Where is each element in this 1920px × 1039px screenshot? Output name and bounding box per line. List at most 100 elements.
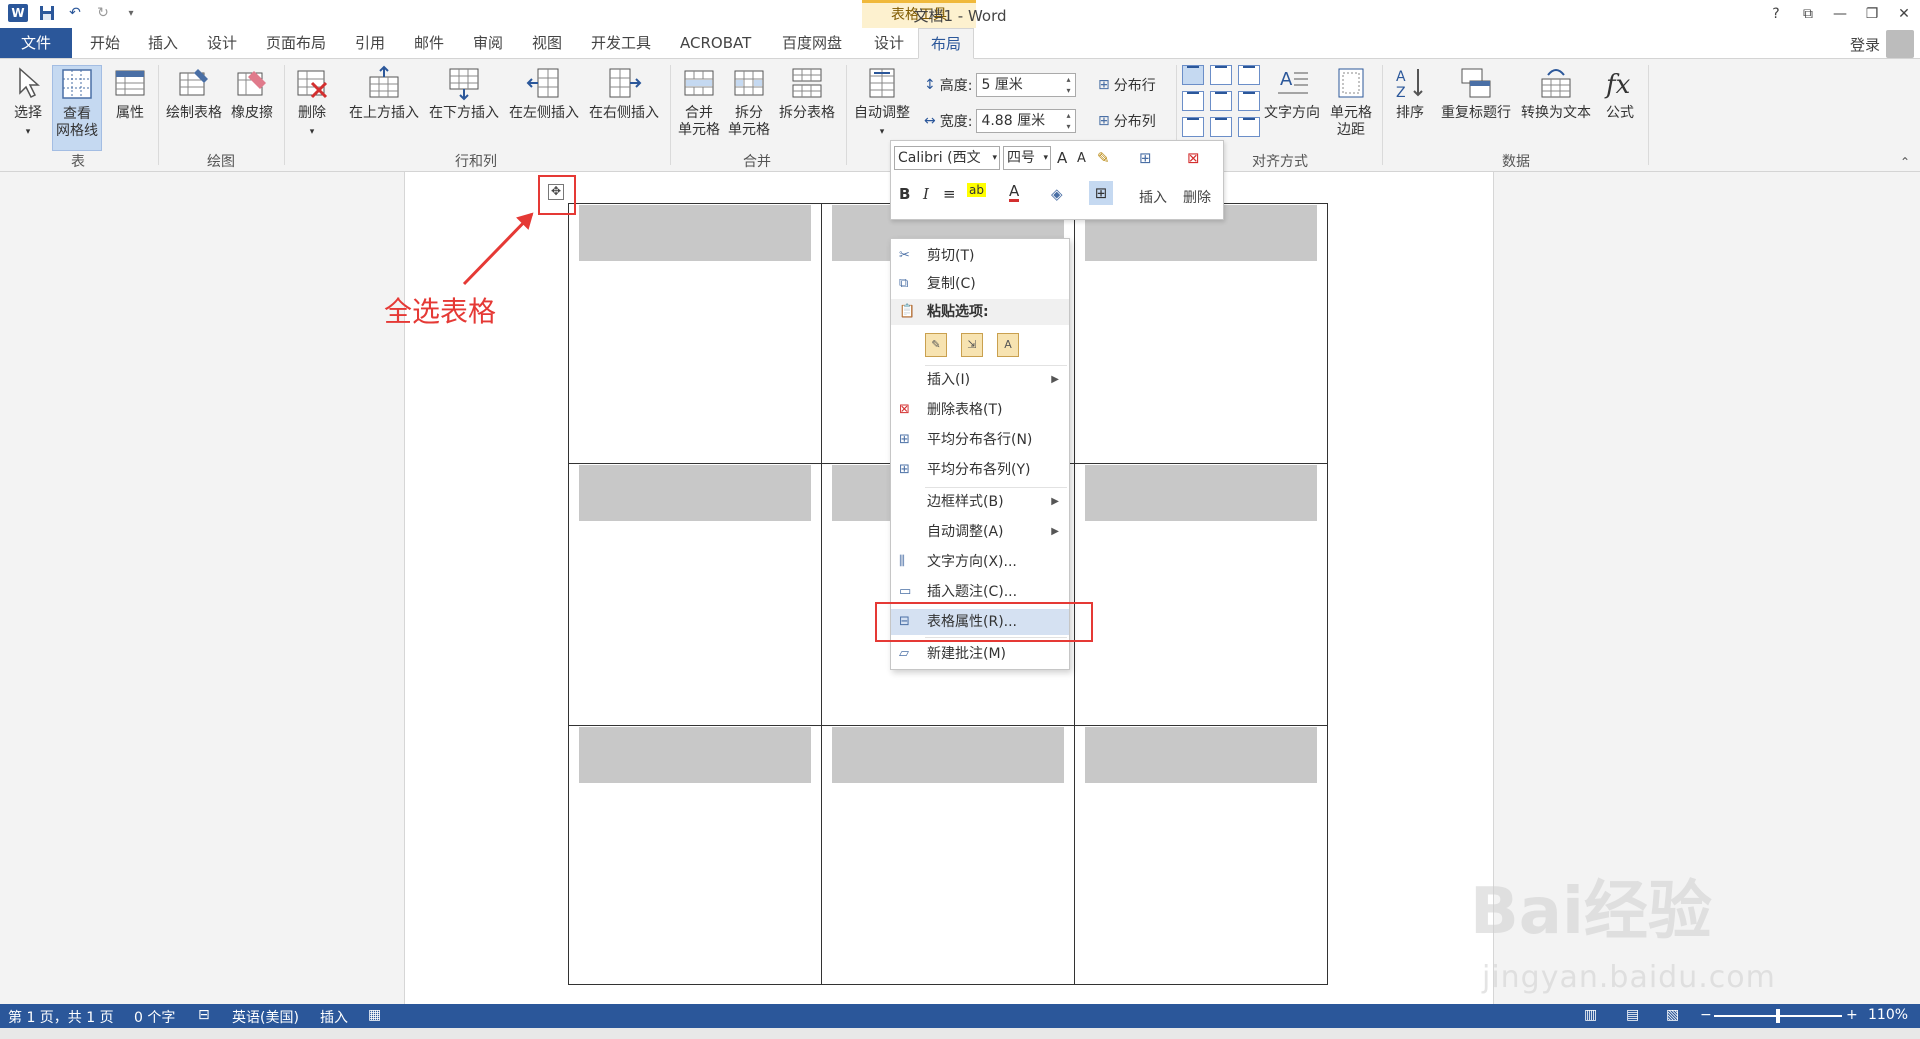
- menu-item-border-styles[interactable]: 边框样式(B) ▶: [891, 489, 1069, 515]
- table-cell[interactable]: [568, 463, 822, 726]
- shrink-font-icon[interactable]: A: [1077, 151, 1086, 166]
- tab-table-layout[interactable]: 布局: [918, 28, 975, 59]
- minimize-button[interactable]: —: [1824, 0, 1856, 28]
- help-button[interactable]: ?: [1760, 0, 1792, 28]
- align-bottom-right-icon[interactable]: [1238, 117, 1260, 137]
- repeat-header-button[interactable]: 重复标题行: [1436, 65, 1516, 122]
- shading-icon[interactable]: ◈: [1051, 185, 1063, 203]
- split-table-button[interactable]: 拆分表格: [776, 65, 838, 122]
- web-layout-icon[interactable]: ▧: [1666, 1007, 1679, 1023]
- table-cell[interactable]: [1074, 202, 1328, 465]
- word-count[interactable]: 0 个字: [134, 1007, 175, 1027]
- tab-acrobat[interactable]: ACROBAT: [668, 28, 763, 58]
- ribbon-display-button[interactable]: ⧉: [1792, 0, 1824, 28]
- insert-left-button[interactable]: 在左侧插入: [506, 65, 582, 122]
- tab-developer[interactable]: 开发工具: [579, 28, 663, 58]
- align-bottom-left-icon[interactable]: [1182, 117, 1204, 137]
- table-cell[interactable]: [568, 202, 822, 465]
- collapse-ribbon-icon[interactable]: ⌃: [1900, 155, 1910, 169]
- menu-item-cut[interactable]: ✂ 剪切(T): [891, 243, 1069, 269]
- eraser-button[interactable]: 橡皮擦: [228, 65, 276, 122]
- align-top-center-icon[interactable]: [1210, 65, 1232, 85]
- page-count[interactable]: 第 1 页，共 1 页: [8, 1007, 114, 1027]
- menu-item-distribute-rows[interactable]: ⊞ 平均分布各行(N): [891, 427, 1069, 453]
- view-gridlines-button[interactable]: 查看 网格线: [52, 65, 102, 151]
- zoom-slider-thumb[interactable]: [1776, 1009, 1780, 1023]
- tab-table-design[interactable]: 设计: [862, 28, 916, 58]
- table-properties-button[interactable]: 属性: [108, 65, 152, 122]
- menu-item-delete-table[interactable]: ⊠ 删除表格(T): [891, 397, 1069, 423]
- grow-font-icon[interactable]: A: [1057, 149, 1067, 167]
- distribute-cols-button[interactable]: ⊞ 分布列: [1098, 111, 1156, 131]
- select-button[interactable]: 选择 ▾: [8, 65, 48, 141]
- undo-icon[interactable]: ↶: [66, 4, 84, 22]
- width-input[interactable]: 4.88 厘米: [976, 109, 1077, 133]
- split-cells-button[interactable]: 拆分 单元格: [726, 65, 772, 139]
- tab-mailings[interactable]: 邮件: [402, 28, 456, 58]
- distribute-rows-button[interactable]: ⊞ 分布行: [1098, 75, 1156, 95]
- insert-table-icon[interactable]: ⊞: [1139, 149, 1152, 167]
- insert-above-button[interactable]: 在上方插入: [346, 65, 422, 122]
- menu-item-distribute-cols[interactable]: ⊞ 平均分布各列(Y): [891, 457, 1069, 483]
- avatar[interactable]: [1886, 30, 1914, 58]
- menu-item-new-comment[interactable]: ▱ 新建批注(M): [891, 641, 1069, 667]
- menu-item-copy[interactable]: ⧉ 复制(C): [891, 271, 1069, 297]
- tab-view[interactable]: 视图: [520, 28, 574, 58]
- delete-button[interactable]: 删除 ▾: [290, 65, 334, 141]
- paste-merge-format-icon[interactable]: ⇲: [961, 333, 983, 357]
- tab-insert[interactable]: 插入: [136, 28, 190, 58]
- read-mode-icon[interactable]: ▥: [1584, 1007, 1597, 1023]
- highlight-color-icon[interactable]: ab: [967, 183, 986, 197]
- draw-table-button[interactable]: 绘制表格: [164, 65, 224, 122]
- bold-button[interactable]: B: [899, 185, 910, 203]
- formula-button[interactable]: fx 公式: [1598, 65, 1642, 122]
- text-direction-button[interactable]: A 文字方向: [1260, 65, 1324, 122]
- tab-home[interactable]: 开始: [78, 28, 132, 58]
- menu-item-insert[interactable]: 插入(I) ▶: [891, 367, 1069, 393]
- delete-table-icon[interactable]: ⊠: [1187, 149, 1200, 167]
- tab-review[interactable]: 审阅: [461, 28, 515, 58]
- chevron-down-icon[interactable]: ▾: [122, 4, 140, 22]
- tab-page-layout[interactable]: 页面布局: [254, 28, 338, 58]
- align-middle-right-icon[interactable]: [1238, 91, 1260, 111]
- proofing-icon[interactable]: ⊟: [198, 1007, 210, 1023]
- restore-button[interactable]: ❐: [1856, 0, 1888, 28]
- zoom-in-button[interactable]: +: [1846, 1007, 1858, 1023]
- table-cell[interactable]: [821, 724, 1075, 986]
- font-size-select[interactable]: 四号 ▾: [1003, 146, 1051, 170]
- format-painter-icon[interactable]: ✎: [1097, 149, 1110, 167]
- align-center-icon[interactable]: ≡: [943, 185, 956, 203]
- language-indicator[interactable]: 英语(美国): [232, 1007, 299, 1027]
- login-link[interactable]: 登录: [1850, 34, 1880, 55]
- mini-delete-label[interactable]: 删除: [1183, 187, 1211, 207]
- macro-record-icon[interactable]: ▦: [368, 1007, 381, 1023]
- insert-right-button[interactable]: 在右侧插入: [586, 65, 662, 122]
- table-cell[interactable]: [1074, 724, 1328, 986]
- paste-keep-format-icon[interactable]: ✎: [925, 333, 947, 357]
- table-cell[interactable]: [568, 724, 822, 986]
- tab-design[interactable]: 设计: [195, 28, 249, 58]
- close-button[interactable]: ✕: [1888, 0, 1920, 28]
- borders-icon[interactable]: ⊞: [1089, 181, 1113, 205]
- mini-insert-label[interactable]: 插入: [1139, 187, 1167, 207]
- align-top-right-icon[interactable]: [1238, 65, 1260, 85]
- insert-below-button[interactable]: 在下方插入: [426, 65, 502, 122]
- save-icon[interactable]: [38, 4, 56, 22]
- menu-item-text-direction[interactable]: ⫼ 文字方向(X)...: [891, 549, 1069, 575]
- align-top-left-icon[interactable]: [1182, 65, 1204, 85]
- tab-file[interactable]: 文件: [0, 28, 72, 58]
- sort-button[interactable]: AZ 排序: [1388, 65, 1432, 122]
- zoom-level[interactable]: 110%: [1868, 1007, 1908, 1023]
- autofit-button[interactable]: 自动调整 ▾: [850, 65, 914, 141]
- paste-text-only-icon[interactable]: A: [997, 333, 1019, 357]
- zoom-out-button[interactable]: −: [1700, 1007, 1712, 1023]
- tab-baidu-netdisk[interactable]: 百度网盘: [770, 28, 854, 58]
- font-name-select[interactable]: Calibri (西文 ▾: [894, 146, 1000, 170]
- merge-cells-button[interactable]: 合并 单元格: [676, 65, 722, 139]
- cell-margins-button[interactable]: 单元格 边距: [1326, 65, 1376, 139]
- convert-to-text-button[interactable]: 转换为文本: [1516, 65, 1596, 122]
- insert-mode[interactable]: 插入: [320, 1007, 348, 1027]
- print-layout-icon[interactable]: ▤: [1626, 1007, 1639, 1023]
- font-color-icon[interactable]: A: [1009, 183, 1020, 202]
- align-middle-center-icon[interactable]: [1210, 91, 1232, 111]
